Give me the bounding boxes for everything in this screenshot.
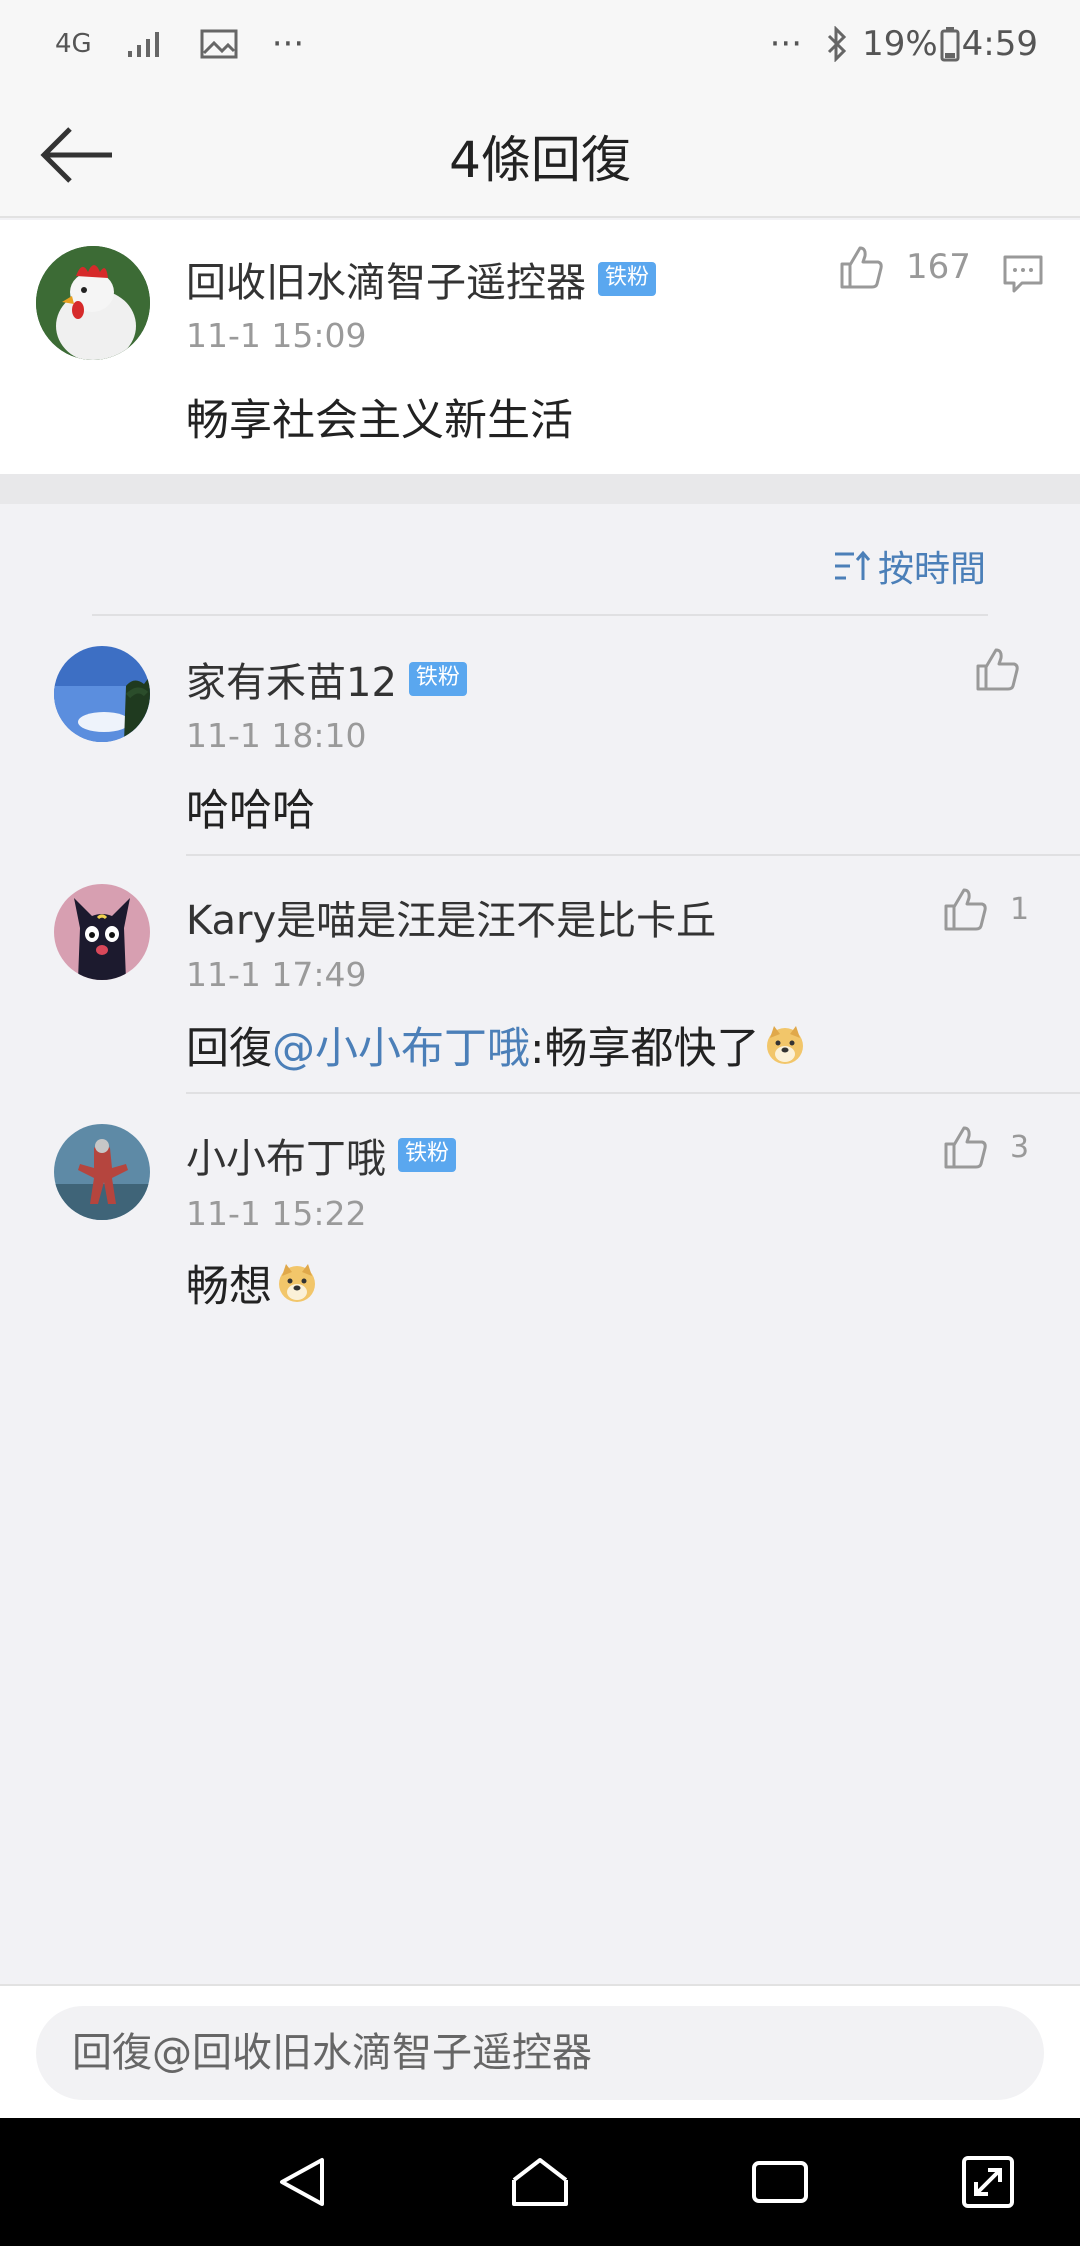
nav-back-icon <box>280 2158 324 2206</box>
comment-button[interactable] <box>1002 254 1044 298</box>
reply-timestamp: 11-1 17:49 <box>186 955 367 994</box>
system-nav-bar <box>0 2118 1080 2246</box>
network-4g-icon: 4G <box>55 29 92 59</box>
battery-percent: 19% <box>862 24 938 64</box>
more-status-icon: ··· <box>769 24 803 64</box>
reply-like-button[interactable] <box>974 646 1042 692</box>
mention-link[interactable]: @小小布丁哦 <box>272 1014 530 1076</box>
sort-by-time-button[interactable]: 按時間 <box>832 540 986 592</box>
original-post: 回收旧水滴智子遥控器 铁粉 11-1 15:09 畅享社会主义新生活 167 <box>0 220 1080 474</box>
nav-recents-icon <box>752 2161 808 2203</box>
nav-back-button[interactable] <box>268 2148 336 2216</box>
thumbs-up-icon <box>944 888 987 931</box>
nav-recents-button[interactable] <box>746 2148 814 2216</box>
op-like-count: 167 <box>906 247 971 287</box>
fan-badge: 铁粉 <box>398 1138 457 1172</box>
thumbs-up-icon <box>840 246 883 289</box>
op-content: 畅享社会主义新生活 <box>186 396 573 446</box>
thumbs-up-icon <box>976 648 1019 691</box>
page-title: 4條回復 <box>449 131 631 189</box>
reply-like-count: 3 <box>1010 1129 1030 1165</box>
reply-input[interactable] <box>36 2006 1044 2100</box>
divider <box>186 854 1080 856</box>
reply-content: 畅想 <box>186 1252 318 1314</box>
image-notification-icon <box>200 29 238 59</box>
avatar[interactable] <box>54 1124 150 1220</box>
sort-icon <box>834 550 871 580</box>
sort-label: 按時間 <box>877 549 986 590</box>
bluetooth-icon <box>826 26 848 62</box>
reply-content: 回復 @小小布丁哦:畅享都快了 <box>186 1014 806 1076</box>
thumbs-up-icon <box>944 1126 987 1169</box>
doge-emoji-icon <box>766 1026 803 1064</box>
section-divider <box>0 474 1080 504</box>
avatar[interactable] <box>36 246 150 360</box>
reply-username[interactable]: Kary是喵是汪是汪不是比卡丘 <box>186 888 716 946</box>
avatar[interactable] <box>54 646 150 742</box>
reply-like-button[interactable]: 3 <box>942 1124 1029 1170</box>
reply-timestamp: 11-1 18:10 <box>186 716 367 755</box>
fan-badge: 铁粉 <box>408 662 467 696</box>
divider <box>186 1092 1080 1094</box>
battery-icon <box>940 26 960 62</box>
divider <box>92 614 988 616</box>
comment-icon <box>1003 255 1043 293</box>
reply-timestamp: 11-1 15:22 <box>186 1194 367 1233</box>
clock-time: 4:59 <box>961 24 1038 64</box>
op-username[interactable]: 回收旧水滴智子遥控器 铁粉 <box>186 250 657 308</box>
fan-badge: 铁粉 <box>598 262 657 296</box>
reply-username[interactable]: 家有禾苗12 铁粉 <box>186 650 467 708</box>
status-bar: 4G ··· ··· 19% 4:59 <box>0 0 1080 90</box>
signal-strength-icon <box>126 29 166 59</box>
op-timestamp: 11-1 15:09 <box>186 316 367 355</box>
op-like-button[interactable]: 167 <box>838 244 971 290</box>
nav-home-icon <box>512 2158 568 2206</box>
nav-expand-button[interactable] <box>954 2148 1022 2216</box>
avatar[interactable] <box>54 884 150 980</box>
reply-bar <box>0 1984 1080 2118</box>
doge-emoji-icon <box>279 1264 315 1302</box>
reply-like-count: 1 <box>1010 891 1030 927</box>
nav-home-button[interactable] <box>506 2148 574 2216</box>
reply-username[interactable]: 小小布丁哦 铁粉 <box>186 1126 457 1184</box>
reply-like-button[interactable]: 1 <box>942 886 1029 932</box>
nav-expand-icon <box>962 2156 1014 2208</box>
nav-bar: 4條回復 <box>0 90 1080 218</box>
more-notifications-icon: ··· <box>271 24 305 64</box>
reply-content: 哈哈哈 <box>186 786 315 836</box>
